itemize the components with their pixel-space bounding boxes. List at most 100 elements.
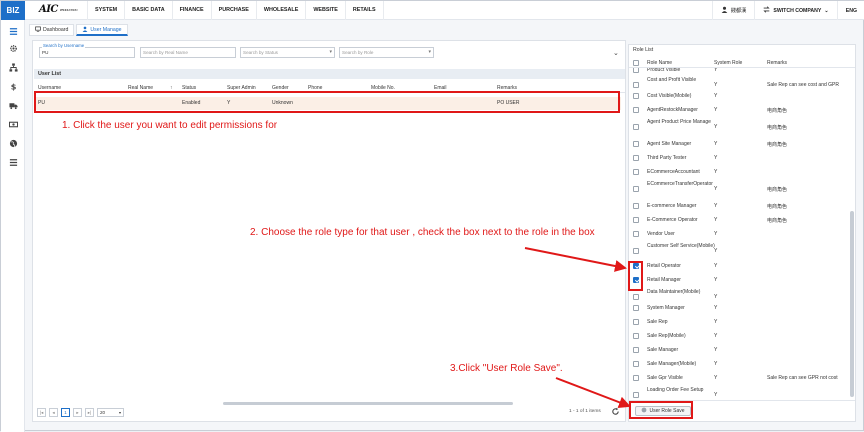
menu-system[interactable]: SYSTEM <box>87 1 124 20</box>
role-checkbox[interactable] <box>633 203 639 209</box>
top-right-actions: 錢都漢 SWITCH COMPANY ⌄ ENG <box>711 1 864 20</box>
menu-basic-data[interactable]: BASIC DATA <box>124 1 171 20</box>
role-checkbox[interactable] <box>633 392 639 398</box>
role-system-flag: Y <box>714 107 718 113</box>
monitor-icon <box>35 26 41 34</box>
role-checkbox[interactable] <box>633 361 639 367</box>
role-system-flag: Y <box>714 217 718 223</box>
username-search-input[interactable]: Search by Username PU <box>39 43 135 58</box>
org-chart-icon[interactable] <box>8 62 18 72</box>
user-icon <box>721 6 728 15</box>
username-search-value: PU <box>42 50 49 55</box>
annotation-step-3: 3.Click "User Role Save". <box>450 363 563 374</box>
role-system-flag: Y <box>714 294 718 300</box>
role-name: Cost Visible(Mobile) <box>647 93 692 99</box>
caret-down-icon: ▾ <box>118 410 121 415</box>
role-system-flag: Y <box>714 347 718 353</box>
role-name: Vendor User <box>647 231 675 237</box>
highlight-save-button <box>629 401 693 419</box>
last-page-icon[interactable]: ▸| <box>85 408 94 417</box>
role-checkbox[interactable] <box>633 347 639 353</box>
role-checkbox[interactable] <box>633 82 639 88</box>
gear-icon[interactable] <box>8 43 18 53</box>
username-search-label: Search by Username <box>42 43 86 48</box>
role-checkbox[interactable] <box>633 319 639 325</box>
role-checkbox[interactable] <box>633 294 639 300</box>
logo-subtext: PRODUCTION <box>59 7 78 12</box>
switch-company-button[interactable]: SWITCH COMPANY ⌄ <box>754 1 836 20</box>
role-checkbox[interactable] <box>633 333 639 339</box>
role-system-flag: Y <box>714 93 718 99</box>
role-checkbox[interactable] <box>633 186 639 192</box>
logo-text: AIC <box>39 4 58 15</box>
role-system-flag: Y <box>714 141 718 147</box>
caret-down-icon: ▾ <box>329 49 332 55</box>
pagination: |◂ ◂ 1 ▸ ▸| 20 ▾ <box>37 408 124 417</box>
refresh-icon[interactable] <box>611 407 620 416</box>
role-system-flag: Y <box>714 231 718 237</box>
role-name: System Manager <box>647 305 685 311</box>
globe-icon[interactable] <box>8 138 18 148</box>
role-system-flag: Y <box>714 263 718 269</box>
role-remarks: 电商角色 <box>767 187 788 193</box>
col-role-remarks: Remarks <box>767 60 788 66</box>
menu-website[interactable]: WEBSITE <box>305 1 345 20</box>
role-checkbox[interactable] <box>633 169 639 175</box>
first-page-icon[interactable]: |◂ <box>37 408 46 417</box>
menu-retails[interactable]: RETAILS <box>344 1 384 20</box>
role-system-flag: Y <box>714 124 718 130</box>
vertical-scrollbar[interactable] <box>850 211 854 397</box>
role-checkbox[interactable] <box>633 68 639 73</box>
menu-purchase[interactable]: PURCHASE <box>210 1 256 20</box>
menu-finance[interactable]: FINANCE <box>171 1 211 20</box>
money-icon[interactable] <box>8 119 18 129</box>
role-table-header: Role Name System Role Remarks <box>629 58 855 68</box>
role-search-select[interactable]: Search by Role ▾ <box>339 47 434 58</box>
expand-filters-chevron-icon[interactable]: ⌄ <box>613 49 619 57</box>
biz-logo[interactable]: BIZ <box>1 1 25 20</box>
next-page-icon[interactable]: ▸ <box>73 408 82 417</box>
annotation-step-1: 1. Click the user you want to edit permi… <box>62 120 278 131</box>
select-all-checkbox[interactable] <box>633 60 639 66</box>
tab-dashboard-label: Dashboard <box>43 27 69 33</box>
left-nav: $ <box>1 20 25 432</box>
role-checkbox[interactable] <box>633 305 639 311</box>
role-system-flag: Y <box>714 203 718 209</box>
user-name: 錢都漢 <box>730 8 747 14</box>
annotation-step-2: 2. Choose the role type for that user , … <box>250 227 595 238</box>
user-menu[interactable]: 錢都漢 <box>711 1 755 20</box>
prev-page-icon[interactable]: ◂ <box>49 408 58 417</box>
dollar-icon[interactable]: $ <box>8 81 18 91</box>
page-number[interactable]: 1 <box>61 408 70 417</box>
col-system-role: System Role <box>714 60 743 66</box>
status-search-select[interactable]: Search by Status ▾ <box>240 47 335 58</box>
truck-icon[interactable] <box>8 100 18 110</box>
role-checkbox[interactable] <box>633 231 639 237</box>
role-checkbox[interactable] <box>633 93 639 99</box>
role-checkbox[interactable] <box>633 248 639 254</box>
role-remarks: Sale Rep can see cost and GPR <box>767 82 839 88</box>
role-system-flag: Y <box>714 155 718 161</box>
role-name: Agent Product Price Manage <box>647 119 711 125</box>
svg-text:$: $ <box>10 82 16 91</box>
role-checkbox[interactable] <box>633 141 639 147</box>
tab-user-manage[interactable]: User Manage <box>76 24 128 36</box>
tab-dashboard[interactable]: Dashboard <box>29 24 75 36</box>
role-system-flag: Y <box>714 186 718 192</box>
role-checkbox[interactable] <box>633 217 639 223</box>
role-checkbox[interactable] <box>633 155 639 161</box>
role-checkbox[interactable] <box>633 107 639 113</box>
horizontal-scrollbar[interactable] <box>223 402 513 405</box>
role-checkbox[interactable] <box>633 124 639 130</box>
user-list-title: User List <box>34 69 625 79</box>
company-logo: AIC PRODUCTION <box>39 4 78 15</box>
menu-wholesale[interactable]: WHOLESALE <box>255 1 305 20</box>
list-icon[interactable] <box>8 26 18 36</box>
language-selector[interactable]: ENG <box>836 1 864 20</box>
role-list-panel: Role List Role Name System Role Remarks … <box>628 44 856 422</box>
menu-icon[interactable] <box>8 157 18 167</box>
page-size-select[interactable]: 20 ▾ <box>97 408 124 417</box>
real-name-search-input[interactable]: Search by Real Name <box>140 47 236 58</box>
role-checkbox[interactable] <box>633 375 639 381</box>
role-name: Customer Self Service(Mobile) <box>647 243 715 249</box>
